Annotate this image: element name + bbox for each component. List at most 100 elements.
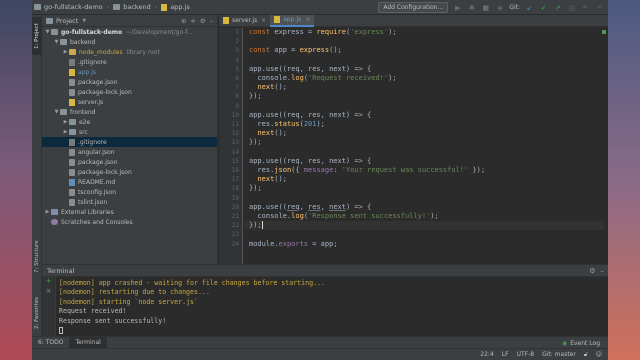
inspection-ok-icon[interactable] xyxy=(602,30,606,34)
tree-item-file[interactable]: README.md xyxy=(42,177,217,187)
javascript-file-icon xyxy=(223,17,229,24)
tab-label: app.js xyxy=(283,16,302,23)
todo-tool-tab[interactable]: 6: TODO xyxy=(32,337,69,349)
terminal-output[interactable]: [nodemon] app crashed - waiting for file… xyxy=(59,279,325,335)
line-number: 1 xyxy=(235,29,239,36)
history-icon[interactable]: ◷ xyxy=(567,4,576,12)
tree-item-label: External Libraries xyxy=(61,208,114,216)
lock-icon[interactable]: 🔓︎ xyxy=(584,351,588,359)
chevron-right-icon[interactable]: ▶ xyxy=(62,119,69,125)
git-label: Git: xyxy=(509,4,520,11)
terminal-line: [nodemon] app crashed - waiting for file… xyxy=(59,279,325,287)
breadcrumb-backend[interactable]: backend › xyxy=(111,3,159,11)
chevron-down-icon[interactable]: ▼ xyxy=(44,29,51,35)
tree-item-file[interactable]: server.js xyxy=(42,97,217,107)
git-branch[interactable]: Git: master xyxy=(542,351,576,358)
close-icon[interactable]: × xyxy=(261,17,266,24)
tab-app-js[interactable]: app.js × xyxy=(270,14,315,27)
tree-item-file[interactable]: package.json xyxy=(42,77,217,87)
scratches-icon xyxy=(51,219,58,225)
code-line: app.use((req, res, next) => { xyxy=(249,202,372,211)
tree-item-folder[interactable]: ▶ src xyxy=(42,127,217,137)
tree-item-root[interactable]: ▼ go-fullstack-demo ~/Development/go-f..… xyxy=(42,27,217,37)
tree-item-file[interactable]: angular.json xyxy=(42,147,217,157)
line-number: 11 xyxy=(231,121,239,128)
line-number: 2 xyxy=(235,38,239,46)
search-everywhere-icon[interactable]: ⌕ xyxy=(595,3,604,12)
status-bar: 22:4 LF UTF-8 Git: master 🔓︎ ☺ xyxy=(32,348,608,360)
tree-item-backend[interactable]: ▼ backend xyxy=(42,37,217,47)
tree-item-file[interactable]: tslint.json xyxy=(42,197,217,207)
add-configuration-button[interactable]: Add Configuration... xyxy=(378,2,449,13)
event-log-button[interactable]: ◉ Event Log xyxy=(562,338,600,348)
favorites-tool-tab[interactable]: 2: Favorites xyxy=(32,291,42,335)
line-number: 20 xyxy=(231,203,239,211)
debug-icon[interactable]: ✱ xyxy=(467,4,476,12)
code-line: app.use((req, res, next) => { xyxy=(249,110,372,119)
tree-item-file[interactable]: .gitignore xyxy=(42,57,217,67)
coverage-icon[interactable]: ◈ xyxy=(495,4,504,12)
git-commit-icon[interactable]: ✓ xyxy=(539,4,548,12)
code-line: const express = require('express'); xyxy=(249,28,397,36)
chevron-right-icon[interactable]: ▶ xyxy=(44,209,51,215)
chevron-right-icon[interactable]: ▶ xyxy=(62,49,69,55)
locate-icon[interactable]: ⊕ xyxy=(181,17,186,25)
tree-item-folder[interactable]: ▶ e2e xyxy=(42,117,217,127)
git-update-icon[interactable]: ↙ xyxy=(525,4,534,12)
breadcrumb-project[interactable]: go-fullstack-demo › xyxy=(32,3,111,11)
tree-item-note: library root xyxy=(126,48,160,56)
project-panel-title[interactable]: Project xyxy=(56,17,78,25)
close-session-icon[interactable]: × xyxy=(42,287,55,297)
structure-tool-tab[interactable]: 7: Structure xyxy=(32,235,42,279)
tree-item-node-modules[interactable]: ▶ node_modules library root xyxy=(42,47,217,57)
tree-item-file[interactable]: package-lock.json xyxy=(42,167,217,177)
tree-item-file[interactable]: package-lock.json xyxy=(42,87,217,97)
breadcrumb-file[interactable]: app.js xyxy=(159,3,192,11)
line-number: 6 xyxy=(235,75,239,82)
chevron-down-icon[interactable]: ▼ xyxy=(53,109,60,115)
settings-icon[interactable]: ⚙ xyxy=(589,267,595,275)
tree-item-file-selected[interactable]: .gitignore xyxy=(42,137,217,147)
tree-item-label: frontend xyxy=(70,108,96,116)
line-number: 14 xyxy=(231,148,239,156)
tree-item-file[interactable]: app.js xyxy=(42,67,217,77)
chevron-down-icon[interactable]: ▼ xyxy=(53,39,60,45)
tree-item-frontend[interactable]: ▼ frontend xyxy=(42,107,217,117)
project-tool-tab[interactable]: 1: Project xyxy=(32,17,42,55)
hide-icon[interactable]: – xyxy=(210,17,213,25)
terminal-prompt[interactable] xyxy=(59,326,325,335)
navigation-bar: go-fullstack-demo › backend › app.js Add… xyxy=(32,0,608,15)
tree-item-scratches[interactable]: Scratches and Consoles xyxy=(42,217,217,227)
run-icon[interactable]: ▶ xyxy=(453,4,462,12)
hide-icon[interactable]: – xyxy=(601,267,605,275)
line-number: 12 xyxy=(231,130,239,138)
code-editor[interactable]: 1 2 3 4 5 6 7 8 9 10 11 12 13 14 15 16 17 18 19 20 21 22 23 24 … xyxy=(219,28,608,264)
line-number: 18 xyxy=(231,185,239,193)
terminal-line: Response sent successfully! xyxy=(59,316,167,325)
stop-icon[interactable]: ■ xyxy=(481,4,490,12)
tree-item-file[interactable]: tsconfig.json xyxy=(42,187,217,197)
rollback-icon[interactable]: ↶ xyxy=(581,4,590,12)
settings-icon[interactable]: ⚙ xyxy=(200,17,206,25)
line-separator[interactable]: LF xyxy=(502,351,509,358)
line-number: 24 xyxy=(231,240,239,248)
close-icon[interactable]: × xyxy=(305,16,310,23)
tree-item-external-libraries[interactable]: ▶ External Libraries xyxy=(42,207,217,217)
code-line: module.exports = app; xyxy=(249,239,338,248)
file-encoding[interactable]: UTF-8 xyxy=(517,351,535,358)
chevron-down-icon[interactable]: ▼ xyxy=(82,18,86,24)
git-push-icon[interactable]: ↗ xyxy=(553,4,562,12)
terminal-tool-tab[interactable]: Terminal xyxy=(69,336,107,349)
add-session-icon[interactable]: + xyxy=(42,277,55,287)
caret-position[interactable]: 22:4 xyxy=(480,351,493,358)
line-number: 8 xyxy=(235,93,239,101)
collapse-icon[interactable]: ≑ xyxy=(190,17,195,25)
tree-item-file[interactable]: package.json xyxy=(42,157,217,167)
desktop-background-left xyxy=(0,0,32,360)
chevron-right-icon[interactable]: ▶ xyxy=(62,129,69,135)
inspector-icon[interactable]: ☺ xyxy=(596,351,602,358)
tab-server-js[interactable]: server.js × xyxy=(219,15,270,27)
json-file-icon xyxy=(69,188,75,196)
terminal-line: [nodemon] restarting due to changes... xyxy=(59,288,210,297)
tree-item-label: go-fullstack-demo xyxy=(61,28,123,36)
